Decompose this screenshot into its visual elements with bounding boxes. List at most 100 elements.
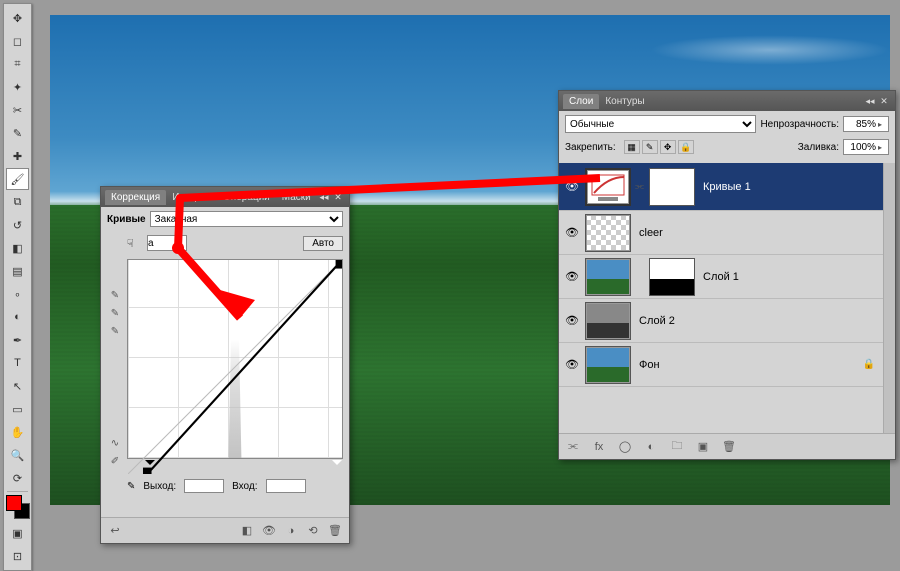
- return-to-layer-icon[interactable]: ↩: [107, 523, 123, 539]
- quick-mask-toggle[interactable]: ▣: [6, 522, 29, 544]
- tab-correction[interactable]: Коррекция: [105, 190, 166, 205]
- add-mask-icon[interactable]: ◯: [617, 439, 633, 455]
- fill-input[interactable]: [844, 142, 878, 153]
- layer-thumbnail[interactable]: [585, 302, 631, 340]
- visibility-toggle-icon[interactable]: 👁: [563, 358, 581, 371]
- opacity-flyout-icon[interactable]: ▸: [878, 120, 888, 129]
- visibility-toggle-icon[interactable]: 👁: [563, 226, 581, 239]
- adjustments-panel-header[interactable]: Коррекция История Операции Маски ◂◂ ✕: [101, 187, 349, 207]
- gradient-tool[interactable]: ▤: [6, 260, 29, 282]
- blend-mode-select[interactable]: Обычные: [565, 115, 756, 133]
- reset-icon[interactable]: ⟲: [305, 523, 321, 539]
- layer-thumbnail[interactable]: [585, 258, 631, 296]
- layer-name[interactable]: Кривые 1: [703, 181, 751, 193]
- channel-input[interactable]: [147, 235, 187, 251]
- screen-mode-toggle[interactable]: ⊡: [6, 545, 29, 567]
- curves-preset-select[interactable]: Заказная: [150, 211, 343, 227]
- layer-name[interactable]: Слой 1: [703, 271, 739, 283]
- layers-panel-header[interactable]: Слои Контуры ◂◂ ✕: [559, 91, 895, 111]
- history-brush-tool[interactable]: ↺: [6, 214, 29, 236]
- layer-row[interactable]: 👁 cleer: [559, 211, 883, 255]
- collapse-icon[interactable]: ◂◂: [863, 94, 877, 108]
- foreground-color-swatch[interactable]: [6, 495, 22, 511]
- rectangle-tool[interactable]: ▭: [6, 398, 29, 420]
- stamp-tool[interactable]: ⧉: [6, 191, 29, 213]
- curves-curve-line[interactable]: [128, 260, 342, 474]
- eyedropper-black-icon[interactable]: ✎: [107, 287, 123, 303]
- lock-pixels-icon[interactable]: ✎: [642, 140, 658, 154]
- delete-adjustment-icon[interactable]: 🗑: [327, 523, 343, 539]
- layer-thumbnail[interactable]: [585, 346, 631, 384]
- white-point-slider[interactable]: [332, 460, 342, 470]
- eyedropper-white-icon[interactable]: ✎: [107, 323, 123, 339]
- layer-row[interactable]: 👁 ⫘ Кривые 1: [559, 163, 883, 211]
- lasso-tool[interactable]: ⌗: [6, 53, 29, 75]
- new-adjustment-icon[interactable]: ◐: [643, 439, 659, 455]
- eyedropper-set-icon[interactable]: ✎: [127, 481, 135, 492]
- layer-row[interactable]: 👁 Слой 1: [559, 255, 883, 299]
- layer-thumbnail[interactable]: [585, 214, 631, 252]
- pen-tool[interactable]: ✒: [6, 329, 29, 351]
- layer-row[interactable]: 👁 Фон 🔒: [559, 343, 883, 387]
- layers-panel[interactable]: Слои Контуры ◂◂ ✕ Обычные Непрозрачность…: [558, 90, 896, 460]
- black-point-slider[interactable]: [145, 460, 155, 470]
- color-swatches[interactable]: [6, 495, 30, 519]
- type-tool[interactable]: T: [6, 352, 29, 374]
- heal-tool[interactable]: ✚: [6, 145, 29, 167]
- tab-paths[interactable]: Контуры: [599, 94, 650, 109]
- layer-row[interactable]: 👁 Слой 2: [559, 299, 883, 343]
- opacity-input[interactable]: [844, 119, 878, 130]
- lock-all-icon[interactable]: 🔒: [678, 140, 694, 154]
- hand-target-icon[interactable]: ☟: [127, 237, 143, 250]
- layer-style-icon[interactable]: fx: [591, 439, 607, 455]
- hand-tool[interactable]: ✋: [6, 421, 29, 443]
- layer-name[interactable]: Фон: [639, 359, 660, 371]
- marquee-tool[interactable]: ◻: [6, 30, 29, 52]
- layers-scrollbar[interactable]: [883, 163, 895, 433]
- curve-pencil-icon[interactable]: ✐: [107, 453, 123, 469]
- link-icon[interactable]: ⫘: [635, 181, 645, 192]
- delete-layer-icon[interactable]: 🗑: [721, 439, 737, 455]
- tab-masks[interactable]: Маски: [276, 190, 317, 205]
- clip-to-layer-icon[interactable]: ◧: [239, 523, 255, 539]
- dodge-tool[interactable]: ◐: [6, 306, 29, 328]
- blur-tool[interactable]: ∘: [6, 283, 29, 305]
- tab-history[interactable]: История: [166, 190, 217, 205]
- curves-graph[interactable]: [127, 259, 343, 459]
- tab-layers[interactable]: Слои: [563, 94, 599, 109]
- move-tool[interactable]: ✥: [6, 7, 29, 29]
- new-layer-icon[interactable]: ▣: [695, 439, 711, 455]
- layer-thumbnail[interactable]: [585, 168, 631, 206]
- path-select-tool[interactable]: ↖: [6, 375, 29, 397]
- fill-flyout-icon[interactable]: ▸: [878, 143, 888, 152]
- opacity-field[interactable]: ▸: [843, 116, 889, 132]
- eyedropper-tool[interactable]: ✎: [6, 122, 29, 144]
- lock-transparency-icon[interactable]: ▦: [624, 140, 640, 154]
- close-icon[interactable]: ✕: [331, 190, 345, 204]
- toggle-visibility-icon[interactable]: 👁: [261, 523, 277, 539]
- crop-tool[interactable]: ✂: [6, 99, 29, 121]
- link-layers-icon[interactable]: ⫘: [565, 439, 581, 455]
- collapse-icon[interactable]: ◂◂: [317, 190, 331, 204]
- fill-field[interactable]: ▸: [843, 139, 889, 155]
- lock-position-icon[interactable]: ✥: [660, 140, 676, 154]
- close-icon[interactable]: ✕: [877, 94, 891, 108]
- layer-mask-thumbnail[interactable]: [649, 258, 695, 296]
- new-group-icon[interactable]: 🗀: [669, 439, 685, 455]
- visibility-toggle-icon[interactable]: 👁: [563, 180, 581, 193]
- view-previous-icon[interactable]: ◑: [283, 523, 299, 539]
- layer-mask-thumbnail[interactable]: [649, 168, 695, 206]
- wand-tool[interactable]: ✦: [6, 76, 29, 98]
- eraser-tool[interactable]: ◧: [6, 237, 29, 259]
- eyedropper-gray-icon[interactable]: ✎: [107, 305, 123, 321]
- input-value-field[interactable]: [266, 479, 306, 493]
- brush-tool[interactable]: 🖌: [6, 168, 29, 190]
- curve-smooth-icon[interactable]: ∿: [107, 435, 123, 451]
- layer-name[interactable]: cleer: [639, 227, 663, 239]
- adjustments-panel[interactable]: Коррекция История Операции Маски ◂◂ ✕ Кр…: [100, 186, 350, 544]
- output-value-field[interactable]: [184, 479, 224, 493]
- visibility-toggle-icon[interactable]: 👁: [563, 314, 581, 327]
- tab-operation[interactable]: Операции: [217, 190, 276, 205]
- visibility-toggle-icon[interactable]: 👁: [563, 270, 581, 283]
- rotate-tool[interactable]: ⟳: [6, 467, 29, 489]
